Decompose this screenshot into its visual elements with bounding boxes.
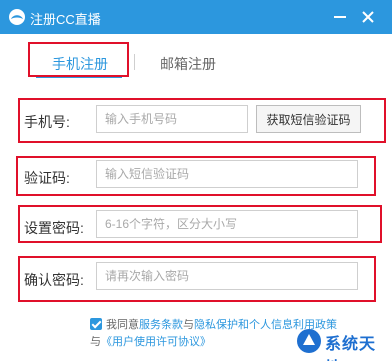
confirm-password-label: 确认密码: [24,272,84,288]
tab-phone-register[interactable]: 手机注册 [52,54,108,74]
get-sms-code-button[interactable]: 获取短信验证码 [256,105,361,133]
window-title: 注册CC直播 [30,12,101,27]
phone-label: 手机号: [24,114,70,130]
agreement-and-2: 与 [90,336,101,348]
register-tabs: 手机注册 邮箱注册 [0,34,392,80]
cc-logo-icon [9,9,25,25]
tab-active-indicator [36,76,122,78]
agreement-text: 我同意服务条款与隐私保护和个人信息利用政策 与《用户使用许可协议》 [90,317,390,351]
terms-link[interactable]: 服务条款 [139,319,183,331]
title-bar: 注册CC直播 [0,0,392,34]
tab-divider [134,54,135,70]
password-input[interactable] [96,210,358,238]
agreement-and-1: 与 [183,319,194,331]
password-label: 设置密码: [24,220,84,236]
privacy-link[interactable]: 隐私保护和个人信息利用政策 [194,319,337,331]
agreement-checkbox[interactable] [90,318,102,330]
sms-code-input[interactable] [96,160,358,188]
phone-input[interactable] [96,105,248,133]
tab-email-register[interactable]: 邮箱注册 [160,54,216,74]
confirm-password-input[interactable] [96,262,358,290]
close-icon[interactable] [360,9,376,25]
agreement-prefix: 我同意 [106,319,139,331]
code-label: 验证码: [24,170,70,186]
minimize-button[interactable] [334,16,346,18]
license-link[interactable]: 《用户使用许可协议》 [101,336,211,348]
